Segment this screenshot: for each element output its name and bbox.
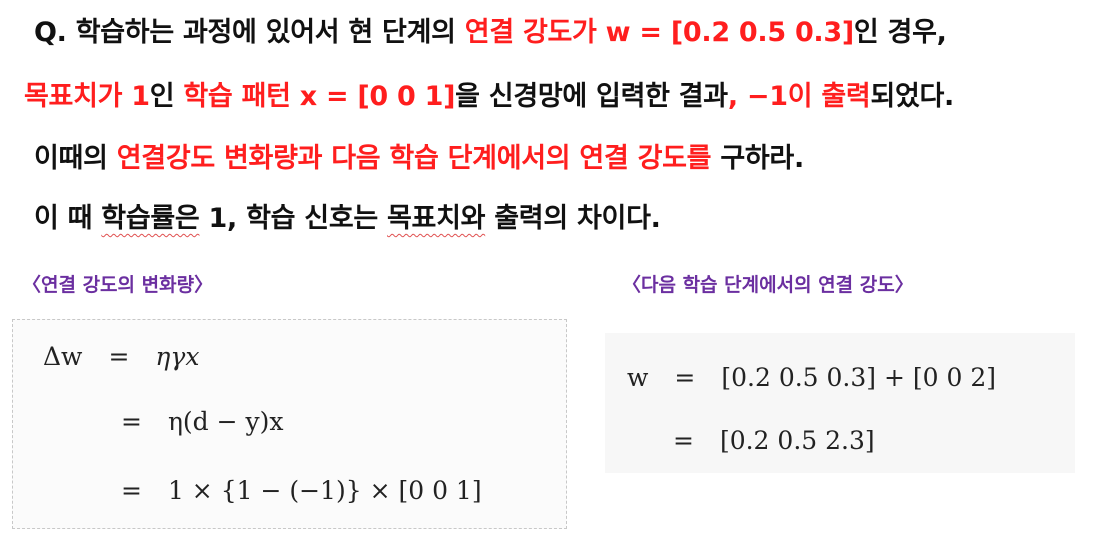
question-text: 출력의 차이다. [485, 203, 661, 234]
equals-sign: = [673, 426, 694, 455]
equation-row-3: = 1 × {1 − (−1)} × [0 0 1] [121, 476, 482, 505]
spellcheck-word: 학습률은 [101, 203, 200, 234]
equation-rhs: [0.2 0.5 0.3] + [0 0 2] [721, 363, 996, 392]
heading-weight-change: 〈연결 강도의 변화량〉 [22, 274, 214, 296]
equals-sign: = [674, 363, 696, 392]
equals-sign: = [121, 476, 142, 505]
equation-row-2: = η(d − y)x [121, 407, 284, 436]
question-text: Q. 학습하는 과정에 있어서 현 단계의 [34, 17, 465, 48]
question-text: 인 경우, [853, 17, 947, 48]
question-text: 1, 학습 신호는 [199, 203, 387, 234]
equals-sign: = [121, 407, 142, 436]
spellcheck-word: 목표치와 [387, 203, 486, 234]
equation-lhs: Δw [43, 342, 83, 371]
question-line-3: 이때의 연결강도 변화량과 다음 학습 단계에서의 연결 강도를 구하라. [34, 136, 804, 175]
equation-rhs: ηγx [155, 342, 200, 371]
equation-lhs: w [627, 363, 649, 392]
highlight-input-pattern: 학습 패턴 x = [0 0 1] [183, 81, 456, 112]
highlight-current-weights: 연결 강도가 w = [0.2 0.5 0.3] [464, 17, 854, 48]
equation-rhs: 1 × {1 − (−1)} × [0 0 1] [167, 476, 482, 505]
highlight-task: 연결강도 변화량과 다음 학습 단계에서의 연결 강도를 [116, 143, 712, 174]
equation-row-1: Δw = ηγx [43, 342, 199, 371]
equation-rhs: [0.2 0.5 2.3] [719, 426, 875, 455]
question-text: 을 신경망에 입력한 결과 [455, 81, 728, 112]
next-weights-equation-panel: w = [0.2 0.5 0.3] + [0 0 2] = [0.2 0.5 2.3] [605, 333, 1075, 473]
equation-row-2: = [0.2 0.5 2.3] [673, 426, 875, 455]
question-line-4: 이 때 학습률은 1, 학습 신호는 목표치와 출력의 차이다. [34, 196, 661, 235]
question-text: 이 때 [34, 203, 102, 234]
equals-sign: = [108, 342, 130, 371]
question-line-2: 목표치가 1인 학습 패턴 x = [0 0 1]을 신경망에 입력한 결과, … [24, 74, 954, 113]
highlight-output: , −1이 출력 [727, 81, 871, 112]
question-line-1: Q. 학습하는 과정에 있어서 현 단계의 연결 강도가 w = [0.2 0.… [34, 10, 947, 49]
question-text: 구하라. [711, 143, 804, 174]
heading-next-weights: 〈다음 학습 단계에서의 연결 강도〉 [622, 274, 914, 296]
question-text: 되었다. [870, 81, 955, 112]
highlight-target: 목표치가 1 [24, 81, 150, 112]
question-text: 이때의 [34, 143, 117, 174]
question-text: 인 [149, 81, 184, 112]
equation-row-1: w = [0.2 0.5 0.3] + [0 0 2] [627, 363, 996, 392]
weight-change-equation-panel: Δw = ηγx = η(d − y)x = 1 × {1 − (−1)} × [0 0… [12, 319, 567, 529]
equation-rhs: η(d − y)x [167, 407, 284, 436]
